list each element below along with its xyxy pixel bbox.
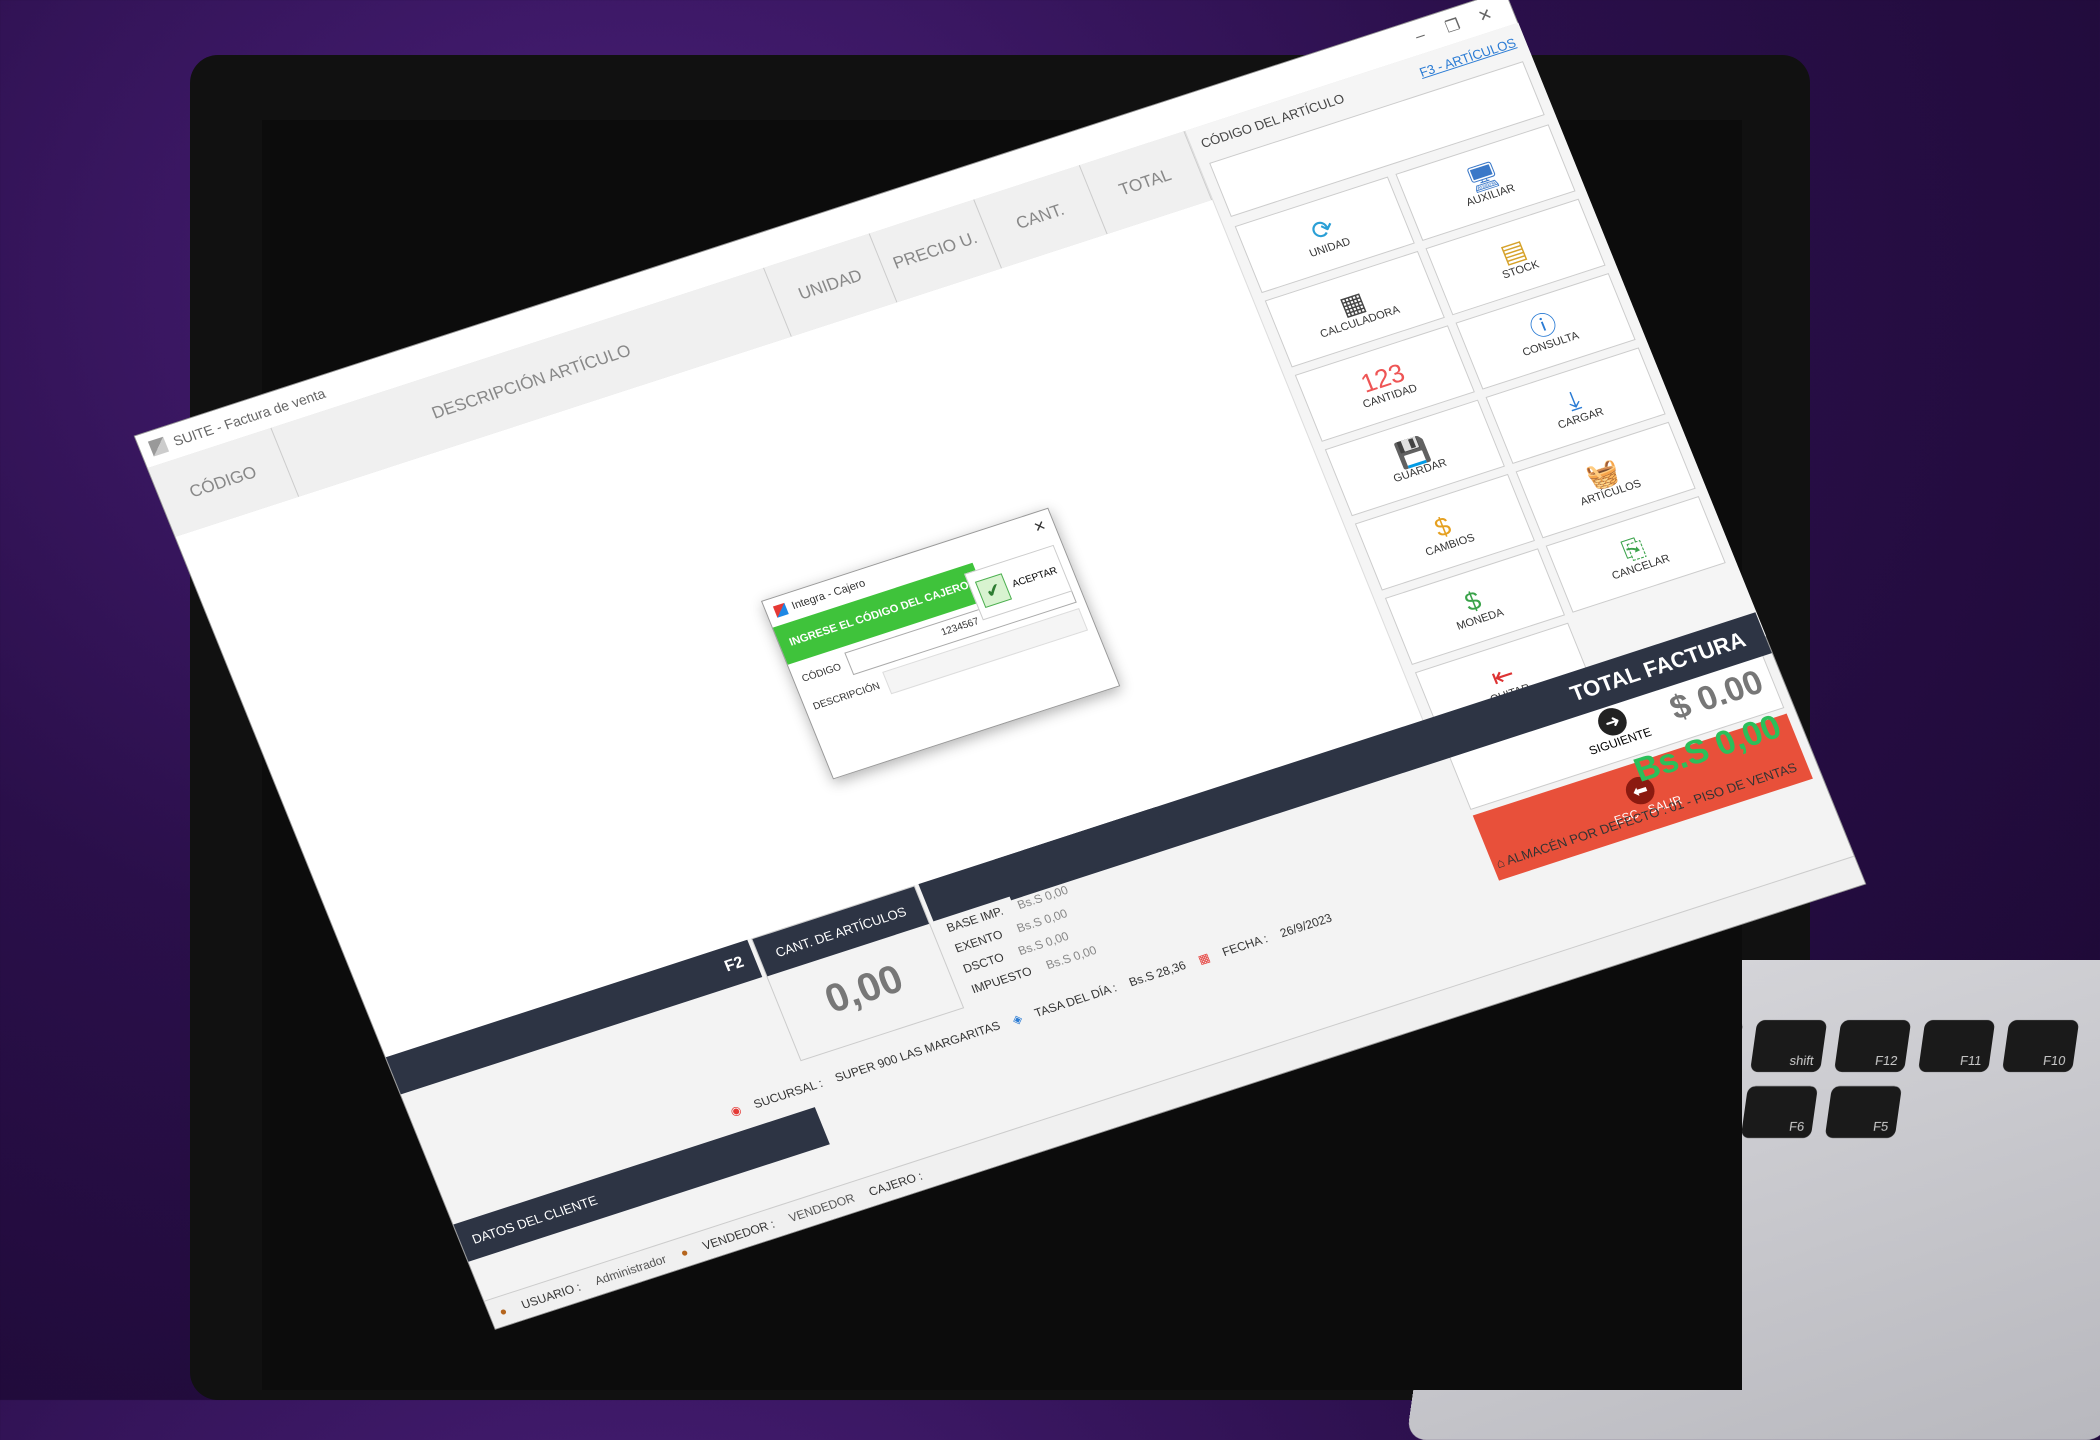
keyboard-key: shift xyxy=(1749,1020,1828,1072)
f2-label: F2 xyxy=(722,953,747,976)
keyboard-key: F5 xyxy=(1824,1086,1903,1138)
keyboard-key: F12 xyxy=(1833,1020,1912,1072)
code-field-label: CÓDIGO xyxy=(800,661,843,685)
fecha-value: 26/9/2023 xyxy=(1277,910,1334,941)
fecha-label: FECHA : xyxy=(1220,931,1270,959)
check-icon: ✔ xyxy=(974,573,1013,608)
integra-logo-icon xyxy=(772,602,789,618)
app-logo-icon xyxy=(147,436,170,457)
tasa-value: Bs.S 28,36 xyxy=(1126,958,1188,990)
user-icon: ● xyxy=(496,1303,510,1319)
close-icon[interactable]: ✕ xyxy=(1465,1,1505,30)
keyboard-key: F11 xyxy=(1917,1020,1996,1072)
client-label: DATOS DEL CLIENTE xyxy=(469,1192,600,1247)
keyboard-key: F10 xyxy=(2001,1020,2080,1072)
rate-icon: ◈ xyxy=(1010,1011,1025,1028)
keyboard-key: F6 xyxy=(1740,1086,1819,1138)
accept-label: ACEPTAR xyxy=(1010,564,1059,590)
close-icon[interactable]: ✕ xyxy=(1031,516,1049,535)
seller-icon: ● xyxy=(678,1244,691,1260)
download-icon: ⤓ xyxy=(1562,384,1585,416)
